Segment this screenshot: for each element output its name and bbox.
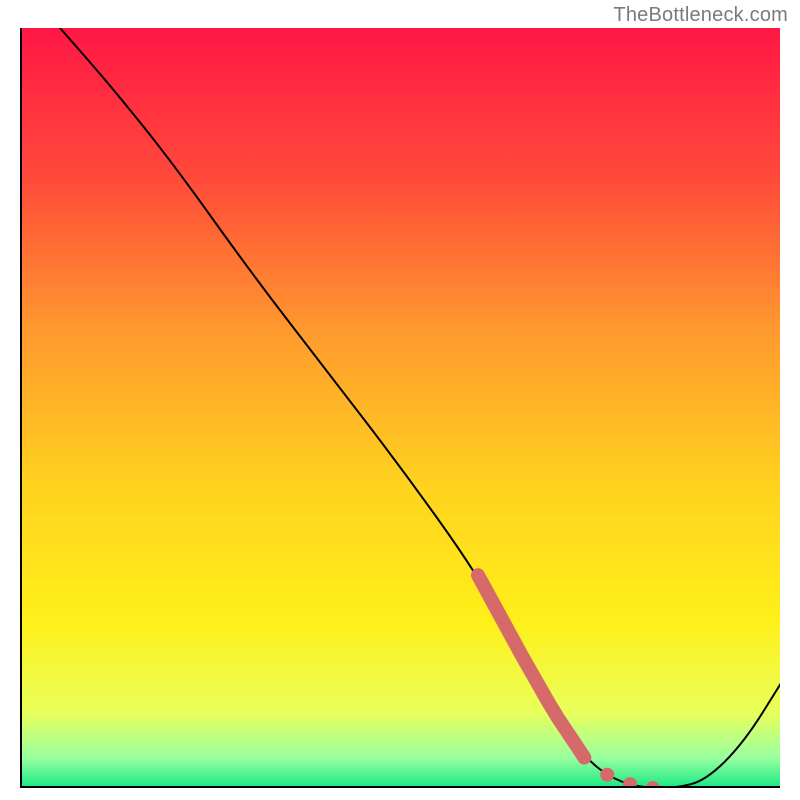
heat-gradient (22, 28, 780, 788)
highlight-dot (600, 768, 614, 782)
chart-plot-area (20, 28, 780, 788)
attribution-text: TheBottleneck.com (613, 4, 788, 27)
